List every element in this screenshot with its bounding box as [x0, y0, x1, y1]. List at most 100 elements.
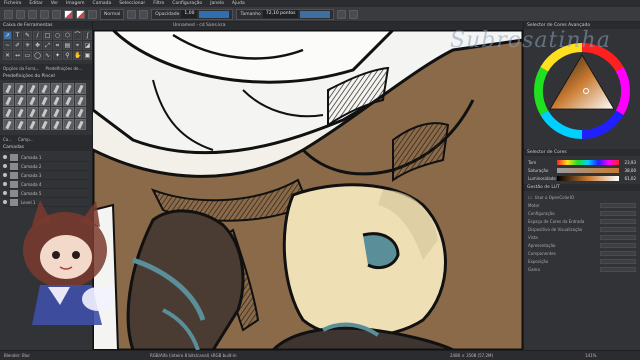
drawing-canvas[interactable] — [93, 30, 523, 350]
reference-tool-icon[interactable]: ▣ — [83, 51, 92, 60]
brush-preset-icon[interactable] — [15, 107, 26, 118]
brush-preset-icon[interactable] — [63, 119, 74, 130]
gradient-swatch-icon[interactable] — [64, 9, 73, 19]
undo-icon[interactable] — [40, 9, 49, 19]
menu-select[interactable]: Seleccionar — [119, 1, 145, 6]
visibility-eye-icon[interactable] — [3, 182, 7, 186]
lut-property-field[interactable] — [600, 234, 636, 240]
saturation-slider[interactable]: Saturação 38,00 — [528, 166, 636, 174]
dynamic-brush-tool-icon[interactable]: ✐ — [13, 41, 22, 50]
text-tool-icon[interactable]: T — [13, 31, 22, 40]
pan-tool-icon[interactable]: ✋ — [73, 51, 82, 60]
hue-slider[interactable]: Tom 23,93 — [528, 158, 636, 166]
zoom-tool-icon[interactable]: ⚲ — [63, 51, 72, 60]
opencolorio-checkbox-row[interactable]: ☐ Usar o OpenColorIO — [528, 193, 636, 201]
mirror-horizontal-icon[interactable] — [337, 9, 347, 19]
tab-channels[interactable]: Camp... — [18, 137, 34, 142]
menu-layer[interactable]: Camada — [93, 1, 112, 6]
fill-tool-icon[interactable]: ◪ — [83, 41, 92, 50]
menu-help[interactable]: Ajuda — [232, 1, 245, 6]
visibility-eye-icon[interactable] — [3, 173, 7, 177]
tab-layers[interactable]: Ca... — [3, 137, 12, 142]
lut-property-row[interactable]: Vista — [528, 233, 636, 241]
brush-preset-icon[interactable] — [63, 95, 74, 106]
brush-preset-icon[interactable] — [27, 83, 38, 94]
checkbox-icon[interactable]: ☐ — [528, 195, 532, 200]
brush-preset-icon[interactable] — [39, 119, 50, 130]
polyline-tool-icon[interactable]: ⌒ — [73, 31, 82, 40]
menu-image[interactable]: Imagem — [66, 1, 84, 6]
lut-property-row[interactable]: Configuração — [528, 209, 636, 217]
menu-filter[interactable]: Filtro — [153, 1, 164, 6]
brush-preset-icon[interactable] — [51, 95, 62, 106]
menu-file[interactable]: Ficheiro — [4, 1, 21, 6]
alpha-lock-icon[interactable] — [139, 9, 149, 19]
pattern-swatch-icon[interactable] — [76, 9, 85, 19]
lut-property-row[interactable]: Dispositivo de Visualização — [528, 225, 636, 233]
blend-mode-select[interactable]: Normal — [100, 8, 125, 20]
layer-row[interactable]: Camada 3 — [3, 171, 89, 180]
brush-preset-icon[interactable] — [27, 95, 38, 106]
menu-window[interactable]: Janela — [210, 1, 224, 6]
gradient-tool-icon[interactable]: ▤ — [63, 41, 72, 50]
brush-preset-icon[interactable] — [63, 83, 74, 94]
opacity-slider[interactable]: Opacidade 1,00 — [151, 8, 234, 20]
brush-preset-icon[interactable] — [27, 107, 38, 118]
select-shapes-tool-icon[interactable]: ➚ — [3, 31, 12, 40]
mirror-vertical-icon[interactable] — [349, 9, 359, 19]
lut-property-row[interactable]: Motor — [528, 201, 636, 209]
rect-select-tool-icon[interactable]: ▭ — [23, 51, 32, 60]
brush-preset-icon[interactable] — [51, 119, 62, 130]
brush-preset-icon[interactable] — [75, 119, 86, 130]
menu-view[interactable]: Ver — [51, 1, 58, 6]
status-brush[interactable]: Blender: Blur — [4, 353, 30, 358]
menu-settings[interactable]: Configuração — [172, 1, 202, 6]
lut-property-row[interactable]: Espaço de Cores da Entrada — [528, 217, 636, 225]
size-slider[interactable]: Tamanho 72,10 pontos — [236, 8, 335, 20]
move-tool-icon[interactable]: ✥ — [33, 41, 42, 50]
visibility-eye-icon[interactable] — [3, 164, 7, 168]
transform-tool-icon[interactable]: ⤢ — [43, 41, 52, 50]
brush-preset-icon[interactable] — [3, 95, 14, 106]
brush-preset-icon[interactable] — [75, 95, 86, 106]
lut-property-field[interactable] — [600, 266, 636, 272]
visibility-eye-icon[interactable] — [3, 200, 7, 204]
open-document-icon[interactable] — [16, 9, 25, 19]
brush-preset-icon[interactable] — [88, 9, 97, 19]
status-zoom[interactable]: 141% — [585, 353, 596, 358]
tab-presets[interactable]: Predefinições de... — [45, 66, 82, 71]
brush-preset-icon[interactable] — [63, 107, 74, 118]
contiguous-select-tool-icon[interactable]: ✦ — [53, 51, 62, 60]
freehand-select-tool-icon[interactable]: ∿ — [43, 51, 52, 60]
brush-preset-icon[interactable] — [15, 83, 26, 94]
save-icon[interactable] — [28, 9, 37, 19]
lut-property-field[interactable] — [600, 202, 636, 208]
brush-preset-icon[interactable] — [39, 107, 50, 118]
tab-tool-options[interactable]: Opções da Ferra... — [3, 66, 39, 71]
lut-property-row[interactable]: Componentes — [528, 249, 636, 257]
freehand-path-tool-icon[interactable]: ~ — [3, 41, 12, 50]
layer-row[interactable]: Camada 4 — [3, 180, 89, 189]
menu-edit[interactable]: Editar — [29, 1, 42, 6]
brush-preset-icon[interactable] — [39, 95, 50, 106]
lut-property-field[interactable] — [600, 250, 636, 256]
lut-property-row[interactable]: Apresentação — [528, 241, 636, 249]
brush-preset-icon[interactable] — [3, 119, 14, 130]
ellipse-select-tool-icon[interactable]: ◯ — [33, 51, 42, 60]
lut-property-field[interactable] — [600, 226, 636, 232]
brush-preset-icon[interactable] — [51, 107, 62, 118]
assistant-tool-icon[interactable]: ✕ — [3, 51, 12, 60]
brush-preset-icon[interactable] — [3, 83, 14, 94]
brush-preset-icon[interactable] — [39, 83, 50, 94]
polygon-tool-icon[interactable]: ⬡ — [63, 31, 72, 40]
brush-preset-icon[interactable] — [51, 83, 62, 94]
brush-preset-icon[interactable] — [15, 95, 26, 106]
line-tool-icon[interactable]: / — [33, 31, 42, 40]
ellipse-tool-icon[interactable]: ○ — [53, 31, 62, 40]
lut-property-row[interactable]: Exposição — [528, 257, 636, 265]
brush-preset-icon[interactable] — [75, 107, 86, 118]
brush-preset-icon[interactable] — [3, 107, 14, 118]
lut-property-field[interactable] — [600, 242, 636, 248]
lightness-slider[interactable]: Luminosidade 61,02 — [528, 174, 636, 182]
new-document-icon[interactable] — [4, 9, 13, 19]
